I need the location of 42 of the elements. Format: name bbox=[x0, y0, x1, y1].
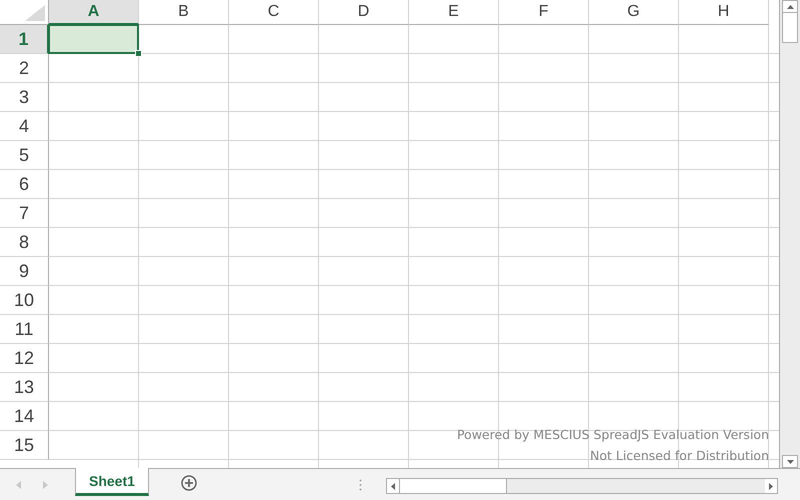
row-header[interactable]: 4 bbox=[0, 112, 49, 141]
column-header[interactable]: D bbox=[319, 0, 409, 25]
scroll-left-button[interactable] bbox=[386, 479, 399, 493]
row-header[interactable]: 1 bbox=[0, 25, 49, 54]
row-header[interactable]: 12 bbox=[0, 344, 49, 373]
column-header[interactable]: B bbox=[139, 0, 229, 25]
column-header[interactable]: H bbox=[679, 0, 769, 25]
up-arrow-icon bbox=[786, 4, 794, 8]
column-header[interactable]: E bbox=[409, 0, 499, 25]
row-header[interactable]: 10 bbox=[0, 286, 49, 315]
row-header[interactable]: 7 bbox=[0, 199, 49, 228]
previous-sheet-icon[interactable] bbox=[16, 481, 21, 489]
row-header[interactable]: 9 bbox=[0, 257, 49, 286]
down-arrow-icon bbox=[786, 460, 794, 464]
row-header[interactable]: 2 bbox=[0, 54, 49, 83]
select-all-icon[interactable] bbox=[25, 5, 45, 21]
column-header[interactable]: A bbox=[49, 0, 139, 25]
scroll-right-button[interactable] bbox=[764, 479, 777, 493]
row-header[interactable]: 5 bbox=[0, 141, 49, 170]
column-header[interactable]: C bbox=[229, 0, 319, 25]
row-header[interactable]: 6 bbox=[0, 170, 49, 199]
splitter-handle-icon[interactable] bbox=[358, 479, 362, 491]
sheet-tab[interactable]: Sheet1 bbox=[75, 468, 149, 496]
row-header[interactable]: 14 bbox=[0, 402, 49, 431]
row-header[interactable]: 13 bbox=[0, 373, 49, 402]
horizontal-scrollbar[interactable] bbox=[386, 478, 778, 494]
scroll-thumb[interactable] bbox=[782, 13, 798, 43]
evaluation-notice: Not Licensed for Distribution bbox=[590, 447, 769, 465]
right-arrow-icon bbox=[768, 482, 773, 490]
scroll-up-button[interactable] bbox=[782, 0, 798, 13]
row-header[interactable]: 3 bbox=[0, 83, 49, 112]
column-header[interactable]: F bbox=[499, 0, 589, 25]
row-header[interactable]: 15 bbox=[0, 431, 49, 460]
column-header[interactable]: G bbox=[589, 0, 679, 25]
row-header[interactable]: 11 bbox=[0, 315, 49, 344]
scroll-down-button[interactable] bbox=[782, 455, 798, 468]
add-sheet-icon[interactable] bbox=[180, 475, 197, 491]
left-arrow-icon bbox=[390, 482, 395, 490]
next-sheet-icon[interactable] bbox=[43, 481, 48, 489]
evaluation-notice: Powered by MESCIUS SpreadJS Evaluation Version bbox=[456, 426, 769, 444]
horizontal-scroll-thumb[interactable] bbox=[398, 479, 507, 493]
row-header[interactable]: 8 bbox=[0, 228, 49, 257]
